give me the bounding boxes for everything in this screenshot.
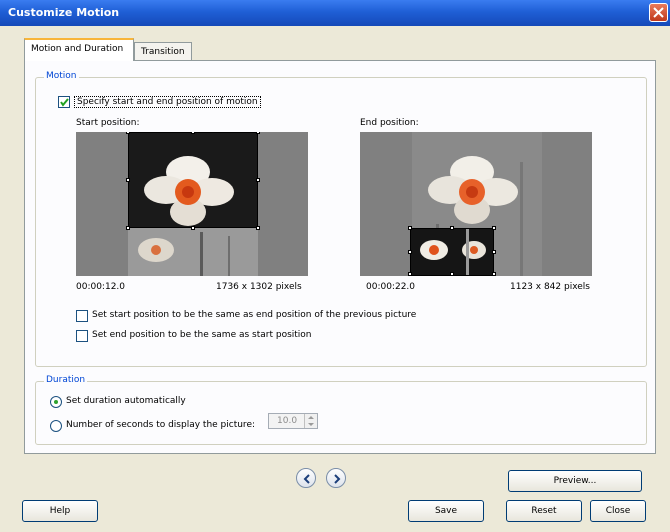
window-close-button[interactable] [649,3,668,22]
same-as-previous-checkbox[interactable] [76,310,88,322]
checkmark-icon [60,98,69,107]
resize-handle[interactable] [191,226,195,230]
window-title: Customize Motion [8,6,120,19]
resize-handle[interactable] [256,132,260,134]
auto-duration-radio[interactable] [50,396,62,408]
start-size: 1736 x 1302 pixels [216,282,302,292]
start-position-preview[interactable] [76,132,308,276]
title-bar: Customize Motion [0,0,670,26]
start-selection-box[interactable] [128,132,258,228]
spin-arrows[interactable] [304,414,317,428]
end-position-preview[interactable] [360,132,592,276]
reset-button[interactable]: Reset [506,500,582,522]
close-button[interactable]: Close [590,500,646,522]
resize-handle[interactable] [492,226,496,230]
same-as-start-label: Set end position to be the same as start… [92,330,312,340]
resize-handle[interactable] [408,226,412,230]
radio-dot [54,400,58,404]
resize-handle[interactable] [450,272,454,276]
end-size: 1123 x 842 pixels [510,282,590,292]
seconds-duration-radio[interactable] [50,420,62,432]
close-icon [653,7,664,18]
specify-motion-label: Specify start and end position of motion [74,96,261,108]
auto-duration-label: Set duration automatically [66,396,186,406]
tab-motion-and-duration[interactable]: Motion and Duration [24,38,134,61]
resize-handle[interactable] [408,272,412,276]
motion-group-label: Motion [44,71,79,81]
duration-group: Duration Set duration automatically Numb… [35,375,647,445]
chevron-left-icon [303,474,310,484]
end-time: 00:00:22.0 [366,282,416,292]
resize-handle[interactable] [126,178,130,182]
start-position-label: Start position: [76,118,140,128]
start-time: 00:00:12.0 [76,282,126,292]
same-as-previous-label: Set start position to be the same as end… [92,310,417,320]
resize-handle[interactable] [492,250,496,254]
specify-motion-checkbox[interactable] [58,96,70,108]
spin-arrow-icon [308,416,314,426]
resize-handle[interactable] [256,226,260,230]
preview-button[interactable]: Preview... [508,470,642,492]
motion-group: Motion Specify start and end position of… [35,71,647,367]
resize-handle[interactable] [126,226,130,230]
tab-transition[interactable]: Transition [134,42,192,61]
end-position-label: End position: [360,118,419,128]
chevron-right-icon [334,474,341,484]
seconds-duration-label: Number of seconds to display the picture… [66,420,256,430]
previous-picture-button[interactable] [296,468,316,488]
save-button[interactable]: Save [408,500,484,522]
help-button[interactable]: Help [22,500,98,522]
seconds-value: 10.0 [277,416,298,426]
resize-handle[interactable] [191,132,195,134]
end-selection-box[interactable] [410,228,494,276]
tab-panel: Motion Specify start and end position of… [24,60,656,454]
customize-motion-dialog: Customize Motion Motion and Duration Tra… [0,0,670,532]
resize-handle[interactable] [126,132,130,134]
same-as-start-checkbox[interactable] [76,330,88,342]
resize-handle[interactable] [256,178,260,182]
next-picture-button[interactable] [326,468,346,488]
resize-handle[interactable] [408,250,412,254]
resize-handle[interactable] [450,226,454,230]
duration-group-label: Duration [44,375,88,385]
seconds-spinbox[interactable]: 10.0 [268,413,318,429]
resize-handle[interactable] [492,272,496,276]
